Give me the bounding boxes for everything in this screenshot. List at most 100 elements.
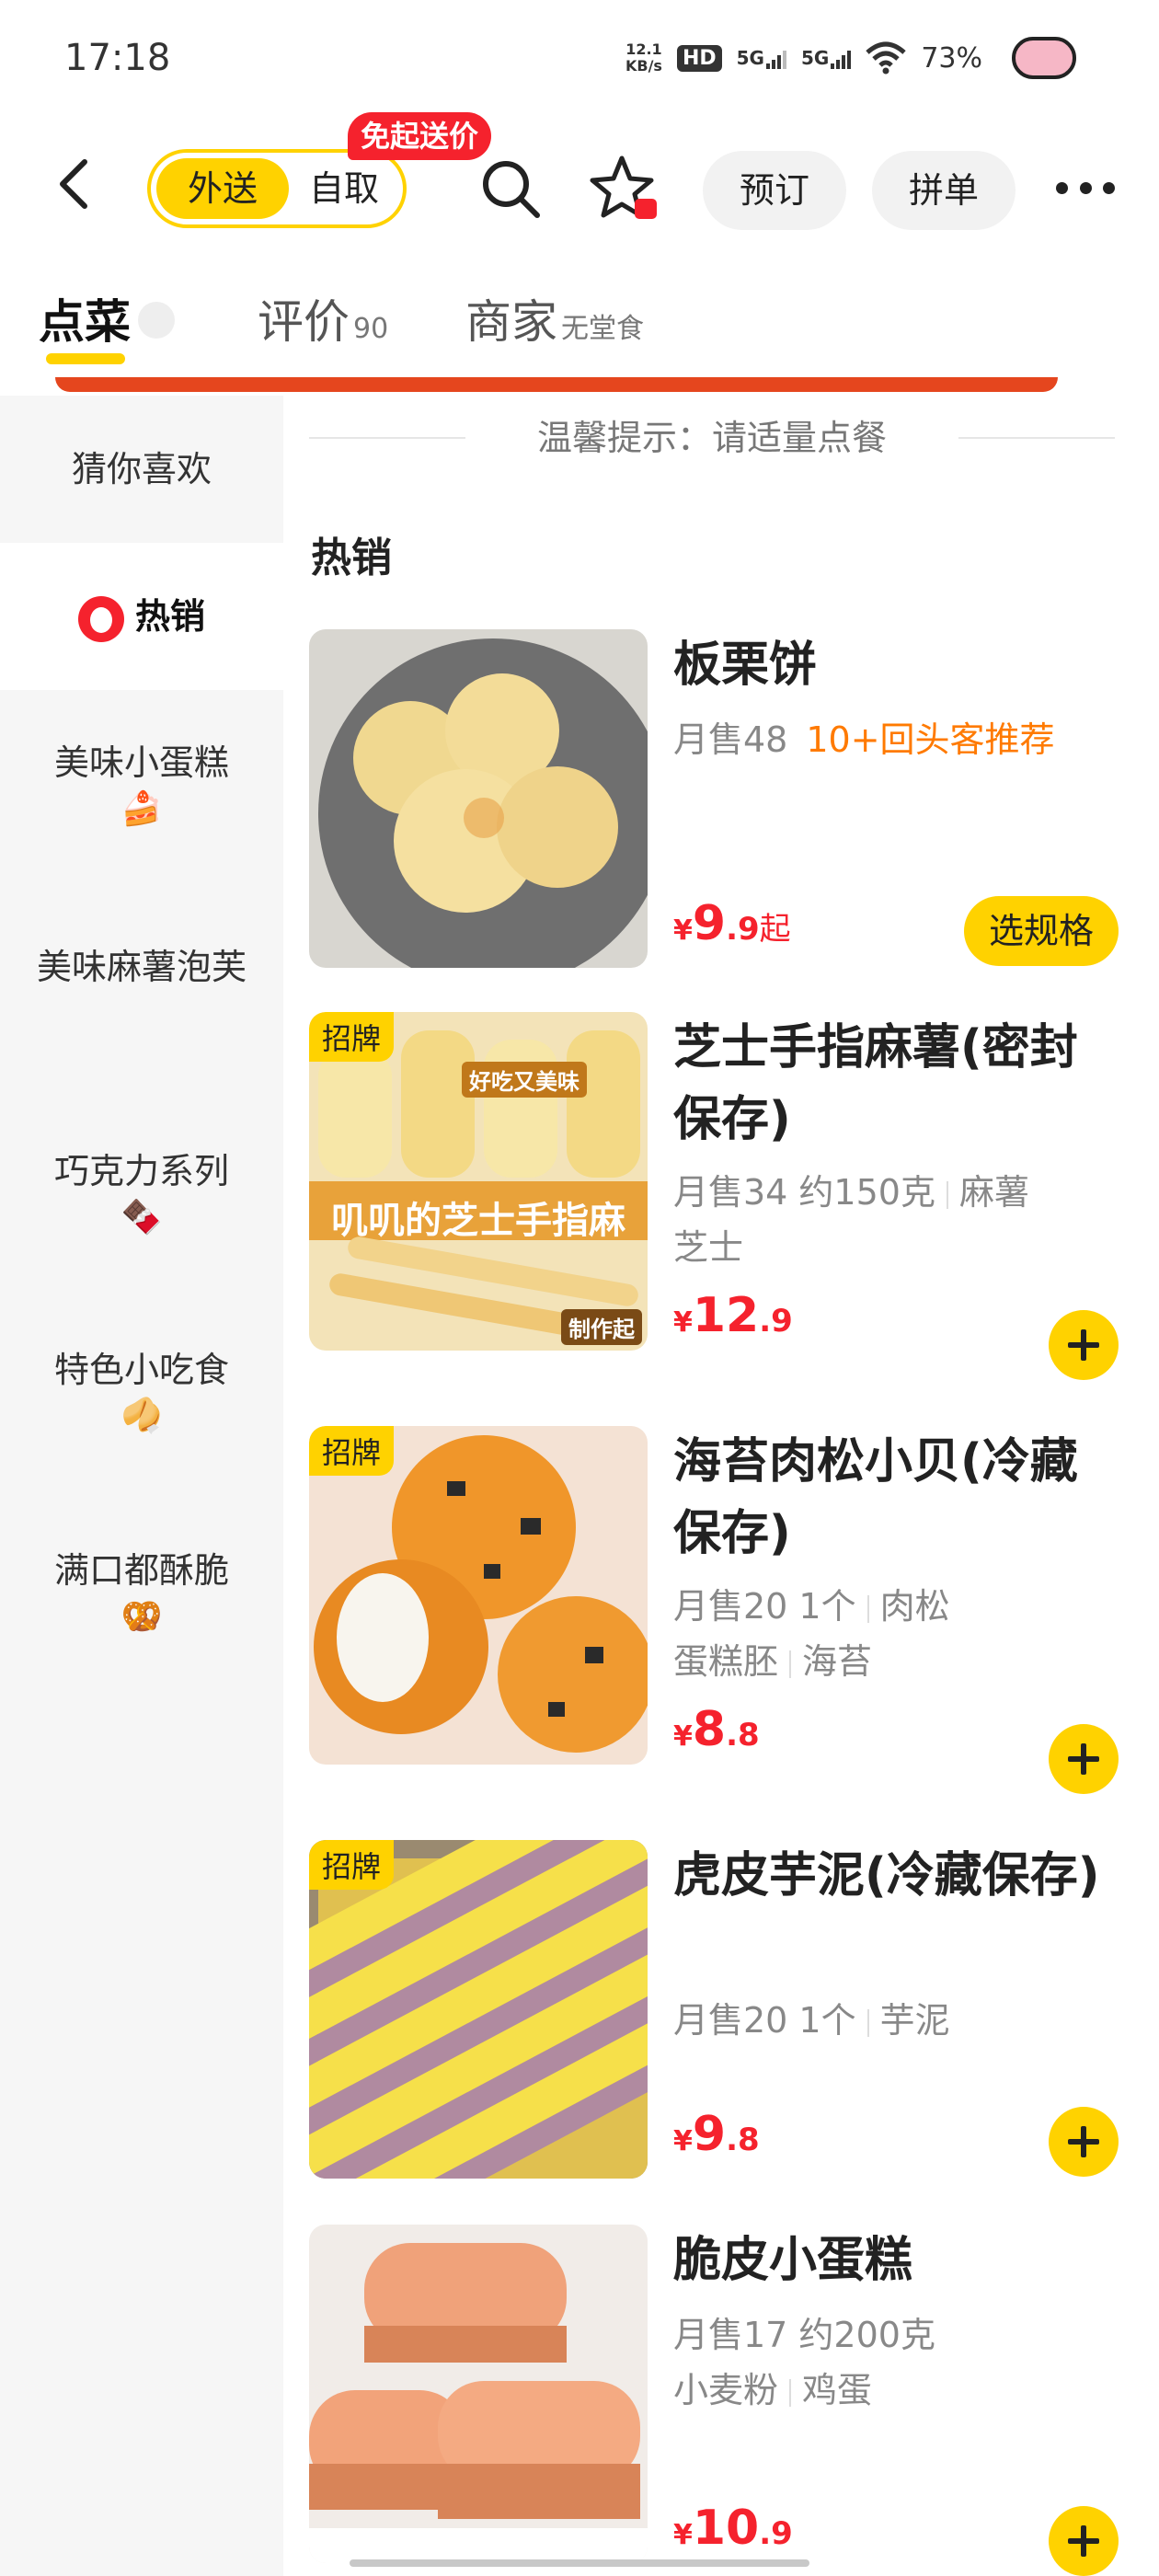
sidebar-item-label: 满口都酥脆 bbox=[53, 1550, 229, 1591]
list-item[interactable]: 招牌 海苔肉松小贝(冷藏保存) 月售20 1个 肉松 蛋糕胚 海苔 ¥8.8 bbox=[309, 1426, 1119, 1794]
list-item[interactable]: 招牌 虎皮芋泥(冷藏保存) 月售20 1个 芋泥 ¥9.8 bbox=[309, 1840, 1119, 2180]
thumb-caption-main: 叽叽的芝士手指麻 bbox=[331, 1200, 625, 1242]
product-image[interactable]: 招牌 bbox=[309, 1426, 648, 1765]
product-image[interactable]: 招牌 bbox=[309, 1840, 648, 2179]
sidebar-item-guess-you-like[interactable]: 猜你喜欢 bbox=[0, 396, 283, 543]
tab-menu-label: 点菜 bbox=[39, 295, 131, 349]
status-time: 17:18 bbox=[64, 37, 171, 79]
divider bbox=[866, 2008, 869, 2037]
store-header: 外送 自取 免起送价 预订 拼单 bbox=[0, 112, 1159, 248]
product-image[interactable] bbox=[309, 2225, 648, 2563]
price-integer: 9 bbox=[692, 896, 727, 951]
ingredient: 鸡蛋 bbox=[802, 2370, 873, 2410]
product-price: ¥12.9 bbox=[673, 1288, 793, 1343]
mode-delivery-button[interactable]: 外送 bbox=[156, 158, 289, 219]
list-item[interactable]: 脆皮小蛋糕 月售17 约200克 小麦粉 鸡蛋 ¥10.9 bbox=[309, 2225, 1119, 2576]
tab-reviews-count: 90 bbox=[353, 313, 389, 345]
product-image[interactable] bbox=[309, 629, 648, 968]
signature-tag: 招牌 bbox=[309, 1840, 395, 1890]
product-meta: 月售20 1个 肉松 蛋糕胚 海苔 bbox=[673, 1579, 1119, 1689]
tab-reviews-label: 评价 bbox=[258, 295, 350, 349]
sidebar-item-crispy[interactable]: 满口都酥脆 🥨 bbox=[0, 1544, 283, 1638]
reserve-button[interactable]: 预订 bbox=[703, 151, 846, 230]
sidebar-item-chocolate[interactable]: 巧克力系列 🍫 bbox=[0, 1144, 283, 1238]
price-decimal: .8 bbox=[726, 2122, 760, 2158]
mode-pickup-button[interactable]: 自取 bbox=[289, 158, 399, 219]
hd-icon: HD bbox=[676, 44, 722, 72]
delivery-mode-toggle[interactable]: 外送 自取 bbox=[147, 149, 407, 228]
sales-and-count: 月售20 1个 bbox=[673, 2000, 856, 2041]
product-price: ¥9.9起 bbox=[673, 896, 791, 951]
group-order-button[interactable]: 拼单 bbox=[872, 151, 1016, 230]
ingredient: 芋泥 bbox=[879, 2000, 950, 2041]
repeat-customer-badge: 10+回头客推荐 bbox=[806, 719, 1055, 760]
sidebar-item-label: 猜你喜欢 bbox=[71, 449, 212, 489]
sidebar-item-label: 特色小吃食 bbox=[53, 1350, 229, 1390]
price-integer: 12 bbox=[692, 1288, 760, 1343]
product-image[interactable]: 好吃又美味 叽叽的芝士手指麻 制作起 招牌 bbox=[309, 1012, 648, 1351]
free-delivery-badge: 免起送价 bbox=[348, 112, 492, 160]
currency-symbol: ¥ bbox=[673, 2125, 693, 2157]
banner-edge bbox=[55, 377, 1058, 392]
ingredient: 肉松 bbox=[879, 1586, 950, 1627]
sidebar-item-snacks[interactable]: 特色小吃食 🥠 bbox=[0, 1343, 283, 1437]
ingredient: 麻薯 bbox=[958, 1172, 1029, 1213]
order-tip: 温馨提示：请适量点餐 bbox=[309, 409, 1115, 465]
product-name: 芝士手指麻薯(密封保存) bbox=[673, 1020, 1078, 1147]
price-integer: 9 bbox=[692, 2107, 727, 2162]
product-price: ¥10.9 bbox=[673, 2501, 793, 2556]
signature-tag: 招牌 bbox=[309, 1012, 395, 1062]
search-icon[interactable] bbox=[478, 156, 543, 221]
tab-active-underline bbox=[46, 353, 125, 364]
list-item[interactable]: 好吃又美味 叽叽的芝士手指麻 制作起 招牌 芝士手指麻薯(密封保存) 月售34 … bbox=[309, 1012, 1119, 1380]
network-speed: 12.1 KB/s bbox=[625, 41, 662, 75]
tab-merchant[interactable]: 商家 无堂食 bbox=[465, 285, 644, 351]
ingredient: 海苔 bbox=[802, 1641, 873, 1682]
favorite-star-icon[interactable] bbox=[589, 153, 662, 226]
price-from-suffix: 起 bbox=[759, 911, 791, 948]
cake-icon: 🍰 bbox=[120, 790, 163, 828]
sidebar-item-label: 美味麻薯泡芙 bbox=[37, 947, 247, 987]
price-decimal: .9 bbox=[759, 2515, 793, 2552]
sidebar-item-label: 美味小蛋糕 bbox=[53, 742, 229, 783]
tab-reviews[interactable]: 评价 90 bbox=[258, 285, 388, 351]
chocolate-icon: 🍫 bbox=[120, 1199, 163, 1236]
status-icons: 12.1 KB/s HD 5G 5G 73% bbox=[625, 37, 1076, 79]
currency-symbol: ¥ bbox=[673, 2519, 693, 2551]
signal-bars-icon bbox=[831, 49, 852, 69]
price-decimal: .9 bbox=[726, 911, 760, 948]
add-to-cart-button[interactable] bbox=[1049, 1310, 1119, 1380]
tab-menu[interactable]: 点菜 bbox=[39, 285, 175, 351]
sidebar-item-label: 热销 bbox=[134, 596, 205, 637]
sidebar-item-mochi-puffs[interactable]: 美味麻薯泡芙 bbox=[0, 940, 283, 994]
price-integer: 8 bbox=[692, 1702, 727, 1757]
signal-icon-1: 5G bbox=[737, 47, 786, 69]
select-spec-button[interactable]: 选规格 bbox=[964, 896, 1119, 966]
network-type-1: 5G bbox=[736, 47, 764, 69]
product-meta: 月售34 约150克 麻薯 芝士 bbox=[673, 1165, 1119, 1275]
price-decimal: .9 bbox=[759, 1303, 793, 1340]
back-arrow-icon[interactable] bbox=[48, 156, 103, 212]
divider bbox=[946, 1180, 948, 1209]
product-name: 板栗饼 bbox=[673, 638, 818, 693]
store-tabs: 点菜 评价 90 商家 无堂食 bbox=[0, 276, 1159, 377]
product-meta: 月售17 约200克 小麦粉 鸡蛋 bbox=[673, 2307, 1119, 2418]
sales-and-count: 月售20 1个 bbox=[673, 1586, 856, 1627]
currency-symbol: ¥ bbox=[673, 1720, 693, 1753]
more-options-icon[interactable] bbox=[1056, 182, 1115, 195]
add-to-cart-button[interactable] bbox=[1049, 1724, 1119, 1794]
sidebar-item-cakes[interactable]: 美味小蛋糕 🍰 bbox=[0, 736, 283, 830]
battery-text: 73% bbox=[921, 41, 982, 75]
product-name: 海苔肉松小贝(冷藏保存) bbox=[673, 1434, 1078, 1561]
list-item[interactable]: 板栗饼 月售48 10+回头客推荐 ¥9.9起 选规格 bbox=[309, 629, 1119, 970]
add-to-cart-button[interactable] bbox=[1049, 2107, 1119, 2177]
product-name: 虎皮芋泥(冷藏保存) bbox=[673, 1848, 1100, 1903]
sidebar-item-hot[interactable]: 热销 bbox=[0, 543, 283, 690]
ingredient: 蛋糕胚 bbox=[673, 1641, 779, 1682]
home-indicator bbox=[350, 2559, 809, 2567]
tab-merchant-label: 商家 bbox=[465, 295, 557, 349]
add-to-cart-button[interactable] bbox=[1049, 2506, 1119, 2576]
divider bbox=[789, 2378, 792, 2407]
sales-and-weight: 月售34 约150克 bbox=[673, 1172, 935, 1213]
sidebar-item-label: 巧克力系列 bbox=[53, 1151, 229, 1191]
